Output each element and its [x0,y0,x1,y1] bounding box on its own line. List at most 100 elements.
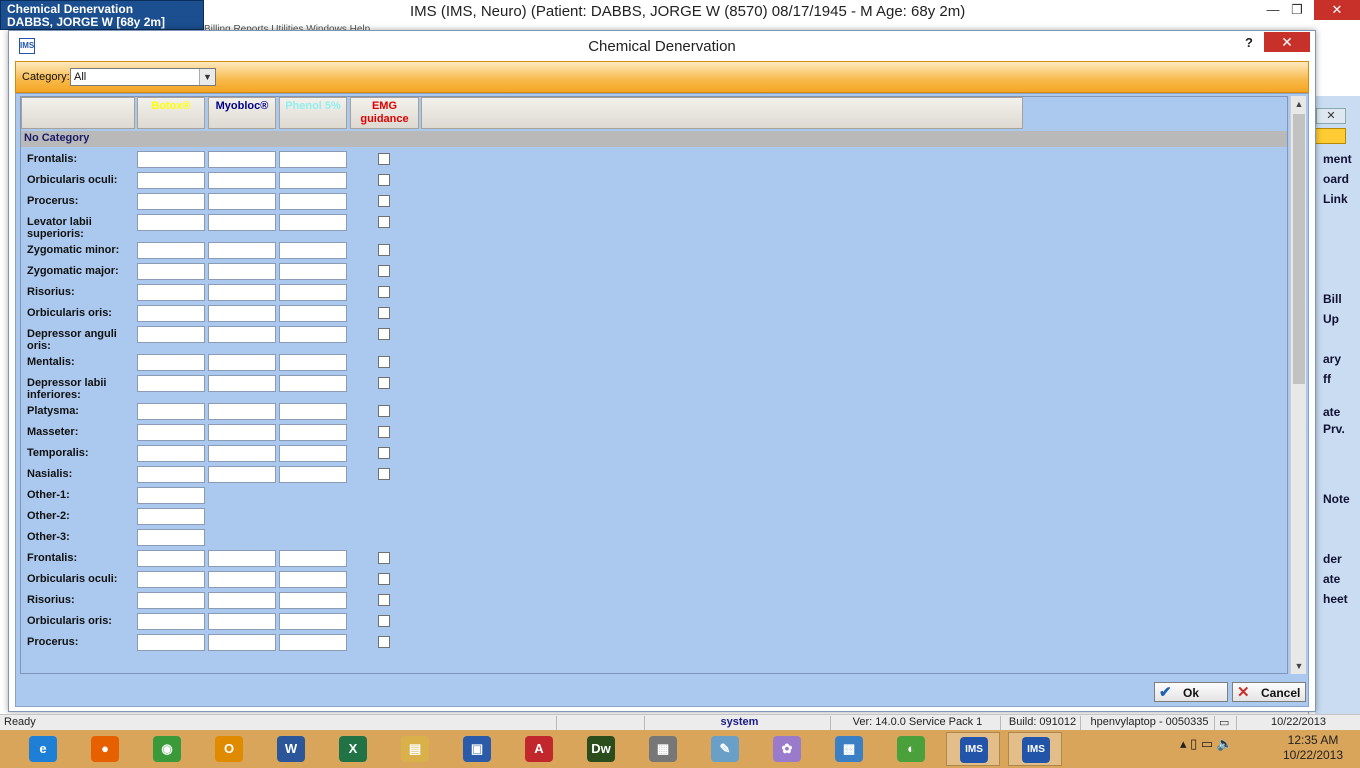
ims-icon-2[interactable]: IMS [1008,732,1062,766]
side-panel-close-button[interactable]: ✕ [1316,108,1346,124]
emg-guidance-checkbox[interactable] [378,447,390,459]
botox-input[interactable] [137,550,205,567]
emg-guidance-checkbox[interactable] [378,265,390,277]
emg-guidance-checkbox[interactable] [378,174,390,186]
botox-input[interactable] [137,403,205,420]
dragon-icon[interactable]: ◐ [884,732,938,766]
myobloc-input[interactable] [208,445,276,462]
phenol-input[interactable] [279,550,347,567]
phenol-input[interactable] [279,284,347,301]
botox-input[interactable] [137,529,205,546]
emg-guidance-checkbox[interactable] [378,328,390,340]
phenol-input[interactable] [279,375,347,392]
phenol-input[interactable] [279,326,347,343]
myobloc-input[interactable] [208,172,276,189]
excel-icon[interactable]: X [326,732,380,766]
myobloc-input[interactable] [208,263,276,280]
emg-guidance-checkbox[interactable] [378,286,390,298]
side-panel-item[interactable]: Prv. [1323,422,1345,436]
botox-input[interactable] [137,151,205,168]
phenol-input[interactable] [279,424,347,441]
botox-input[interactable] [137,172,205,189]
phenol-input[interactable] [279,151,347,168]
botox-input[interactable] [137,466,205,483]
botox-input[interactable] [137,263,205,280]
phenol-input[interactable] [279,445,347,462]
side-panel-item[interactable]: ary [1323,352,1341,366]
phenol-input[interactable] [279,242,347,259]
myobloc-input[interactable] [208,375,276,392]
botox-input[interactable] [137,424,205,441]
paint-icon[interactable]: ✿ [760,732,814,766]
side-panel-item[interactable]: oard [1323,172,1349,186]
phenol-input[interactable] [279,214,347,231]
restore-button[interactable]: ❐ [1286,0,1308,20]
botox-input[interactable] [137,326,205,343]
column-header[interactable]: Phenol 5% [279,97,347,129]
column-header[interactable]: EMG guidance [350,97,419,129]
notepad-icon[interactable]: ✎ [698,732,752,766]
botox-input[interactable] [137,305,205,322]
myobloc-input[interactable] [208,214,276,231]
acrobat-icon[interactable]: A [512,732,566,766]
emg-guidance-checkbox[interactable] [378,594,390,606]
botox-input[interactable] [137,375,205,392]
botox-input[interactable] [137,613,205,630]
control-panel-icon[interactable]: ▩ [822,732,876,766]
myobloc-input[interactable] [208,550,276,567]
column-header-blank[interactable] [421,97,1023,129]
column-header-blank[interactable] [21,97,135,129]
emg-guidance-checkbox[interactable] [378,573,390,585]
calculator-icon[interactable]: ▦ [636,732,690,766]
patient-banner[interactable]: Chemical Denervation DABBS, JORGE W [68y… [0,0,204,30]
column-header[interactable]: Myobloc® [208,97,276,129]
botox-input[interactable] [137,508,205,525]
minimize-button[interactable]: — [1262,0,1284,20]
botox-input[interactable] [137,592,205,609]
phenol-input[interactable] [279,172,347,189]
chevron-down-icon[interactable]: ▼ [199,69,215,85]
outlook-icon[interactable]: O [202,732,256,766]
app-close-button[interactable]: ✕ [1314,0,1360,20]
emg-guidance-checkbox[interactable] [378,307,390,319]
myobloc-input[interactable] [208,284,276,301]
botox-input[interactable] [137,193,205,210]
side-panel-item[interactable]: Bill [1323,292,1342,306]
emg-guidance-checkbox[interactable] [378,153,390,165]
side-panel-item[interactable]: Note [1323,492,1350,506]
myobloc-input[interactable] [208,242,276,259]
ims-icon[interactable]: IMS [946,732,1000,766]
myobloc-input[interactable] [208,571,276,588]
ok-button[interactable]: ✔ Ok [1154,682,1228,702]
phenol-input[interactable] [279,466,347,483]
phenol-input[interactable] [279,263,347,280]
scroll-up-icon[interactable]: ▲ [1291,96,1307,112]
botox-input[interactable] [137,571,205,588]
phenol-input[interactable] [279,305,347,322]
dreamweaver-icon[interactable]: Dw [574,732,628,766]
system-tray[interactable]: ▴ ▯ ▭ 🔈 [1180,736,1233,752]
cancel-button[interactable]: ✕ Cancel [1232,682,1306,702]
phenol-input[interactable] [279,592,347,609]
side-panel-item[interactable]: der [1323,552,1342,566]
emg-guidance-checkbox[interactable] [378,356,390,368]
emg-guidance-checkbox[interactable] [378,195,390,207]
emg-guidance-checkbox[interactable] [378,426,390,438]
botox-input[interactable] [137,445,205,462]
side-panel-item[interactable]: ate [1323,405,1340,419]
help-button[interactable]: ? [1245,35,1253,50]
side-panel-item[interactable]: ate [1323,572,1340,586]
botox-input[interactable] [137,242,205,259]
remote-desktop-icon[interactable]: ▣ [450,732,504,766]
scroll-down-icon[interactable]: ▼ [1291,658,1307,674]
phenol-input[interactable] [279,354,347,371]
botox-input[interactable] [137,284,205,301]
category-select[interactable]: All ▼ [70,68,216,86]
side-panel-item[interactable]: ment [1323,152,1352,166]
phenol-input[interactable] [279,634,347,651]
side-panel-item[interactable]: heet [1323,592,1348,606]
emg-guidance-checkbox[interactable] [378,636,390,648]
side-panel-item[interactable]: ff [1323,372,1331,386]
myobloc-input[interactable] [208,592,276,609]
clock[interactable]: 12:35 AM 10/22/2013 [1278,733,1348,763]
